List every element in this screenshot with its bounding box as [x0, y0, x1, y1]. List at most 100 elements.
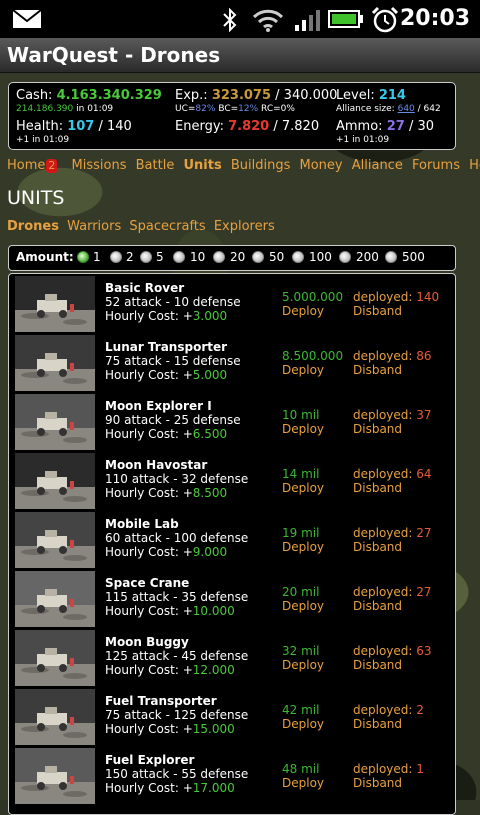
unit-hourly-cost: Hourly Cost: +3.000 [105, 309, 227, 323]
amount-radio-1[interactable] [77, 251, 89, 263]
unit-hourly-cost: Hourly Cost: +17.000 [105, 781, 235, 795]
unit-price: 14 mil [282, 467, 320, 481]
amount-option-label: 5 [156, 250, 164, 264]
disband-link[interactable]: Disband [353, 304, 402, 318]
cash-income-time: in 01:09 [76, 104, 114, 114]
disband-link[interactable]: Disband [353, 717, 402, 731]
disband-link[interactable]: Disband [353, 540, 402, 554]
unit-name: Basic Rover [105, 281, 185, 295]
tab-warriors[interactable]: Warriors [67, 219, 121, 234]
deployed-count: 2 [416, 703, 424, 717]
unit-price: 10 mil [282, 408, 320, 422]
hourly-cost-label: Hourly Cost: [105, 722, 183, 736]
amount-option-label: 10 [190, 250, 206, 264]
units-list: Basic Rover 52 attack - 10 defense Hourly … [8, 273, 456, 815]
deployed-label: deployed: [353, 526, 417, 540]
amount-radio-200[interactable] [339, 251, 351, 263]
hourly-cost-prefix: + [182, 309, 193, 323]
unit-name: Fuel Transporter [105, 694, 217, 708]
unit-deployed: deployed: 27 [353, 526, 432, 540]
nav-buildings[interactable]: Buildings [231, 158, 291, 173]
hourly-cost-value: 15.000 [192, 722, 235, 736]
nav-home[interactable]: Home 2 [7, 158, 62, 173]
tab-spacecrafts[interactable]: Spacecrafts [129, 219, 205, 234]
deploy-link[interactable]: Deploy [282, 658, 324, 672]
unit-price: 32 mil [282, 644, 320, 658]
deploy-link[interactable]: Deploy [282, 304, 324, 318]
disband-link[interactable]: Disband [353, 776, 402, 790]
hourly-cost-label: Hourly Cost: [105, 781, 183, 795]
deploy-link[interactable]: Deploy [282, 363, 324, 377]
amount-radio-10[interactable] [173, 251, 185, 263]
tab-explorers[interactable]: Explorers [214, 219, 275, 234]
tab-drones[interactable]: Drones [7, 219, 59, 234]
amount-radio-100[interactable] [292, 251, 304, 263]
deployed-label: deployed: [353, 349, 417, 363]
energy-value: 7.820 [228, 119, 270, 134]
ammo-stat: Ammo: 27 / 30 [336, 119, 434, 134]
nav-money[interactable]: Money [300, 158, 343, 173]
deploy-link[interactable]: Deploy [282, 776, 324, 790]
deploy-link[interactable]: Deploy [282, 422, 324, 436]
deployed-label: deployed: [353, 703, 417, 717]
unit-deployed: deployed: 63 [353, 644, 432, 658]
amount-option-label: 1 [93, 250, 101, 264]
exp-stat: Exp.: 323.075 / 340.000 [175, 88, 337, 103]
unit-stats: 75 attack - 15 defense [105, 354, 241, 368]
deploy-link[interactable]: Deploy [282, 717, 324, 731]
disband-link[interactable]: Disband [353, 363, 402, 377]
app-title: WarQuest - Drones [7, 43, 221, 67]
nav-help[interactable]: Help [469, 158, 480, 173]
deploy-link[interactable]: Deploy [282, 540, 324, 554]
unit-stats: 115 attack - 35 defense [105, 590, 249, 604]
deployed-count: 140 [416, 290, 440, 304]
hourly-cost-label: Hourly Cost: [105, 604, 183, 618]
unit-name: Moon Buggy [105, 635, 189, 649]
alliance-value-link[interactable]: 640 [398, 104, 415, 114]
hourly-cost-value: 12.000 [192, 663, 235, 677]
main-nav: Home 2 Missions Battle Units Buildings Mo… [7, 158, 480, 173]
amount-radio-500[interactable] [385, 251, 397, 263]
hourly-cost-value: 3.000 [192, 309, 228, 323]
nav-battle[interactable]: Battle [136, 158, 175, 173]
uc-value: 82% [195, 104, 216, 114]
amount-option-label: 200 [356, 250, 379, 264]
hourly-cost-value: 9.000 [192, 545, 228, 559]
deployed-count: 63 [416, 644, 432, 658]
disband-link[interactable]: Disband [353, 599, 402, 613]
page-content: Cash: 4.163.340.329 214.186.390 in 01:09… [0, 72, 480, 815]
deploy-link[interactable]: Deploy [282, 599, 324, 613]
unit-row: Lunar Transporter 75 attack - 15 defense H… [9, 333, 455, 392]
unit-price: 5.000.000 [282, 290, 344, 304]
nav-alliance[interactable]: Alliance [352, 158, 403, 173]
unit-name: Moon Explorer I [105, 399, 212, 413]
unit-name: Mobile Lab [105, 517, 179, 531]
unit-image [15, 394, 95, 450]
amount-selector: Amount: 1 2 5 10 20 50 100 200 500 [8, 245, 456, 271]
unit-price: 19 mil [282, 526, 320, 540]
amount-radio-2[interactable] [110, 251, 122, 263]
nav-missions[interactable]: Missions [72, 158, 127, 173]
level-stat: Level: 214 [336, 88, 406, 103]
disband-link[interactable]: Disband [353, 422, 402, 436]
deployed-count: 64 [416, 467, 432, 481]
deployed-count: 1 [416, 762, 424, 776]
unit-hourly-cost: Hourly Cost: +10.000 [105, 604, 235, 618]
unit-deployed: deployed: 37 [353, 408, 432, 422]
bc-value: 12% [238, 104, 259, 114]
nav-forums[interactable]: Forums [412, 158, 460, 173]
disband-link[interactable]: Disband [353, 658, 402, 672]
notification-badge: 2 [46, 159, 58, 173]
deploy-link[interactable]: Deploy [282, 481, 324, 495]
deployed-label: deployed: [353, 585, 417, 599]
nav-units[interactable]: Units [183, 158, 221, 173]
cash-income: 214.186.390 in 01:09 [16, 104, 113, 114]
disband-link[interactable]: Disband [353, 481, 402, 495]
amount-radio-20[interactable] [213, 251, 225, 263]
energy-stat: Energy: 7.820 / 7.820 [175, 119, 319, 134]
hourly-cost-label: Hourly Cost: [105, 486, 183, 500]
exp-label: Exp.: [175, 88, 208, 103]
amount-radio-50[interactable] [252, 251, 264, 263]
deployed-count: 86 [416, 349, 432, 363]
amount-radio-5[interactable] [140, 251, 152, 263]
